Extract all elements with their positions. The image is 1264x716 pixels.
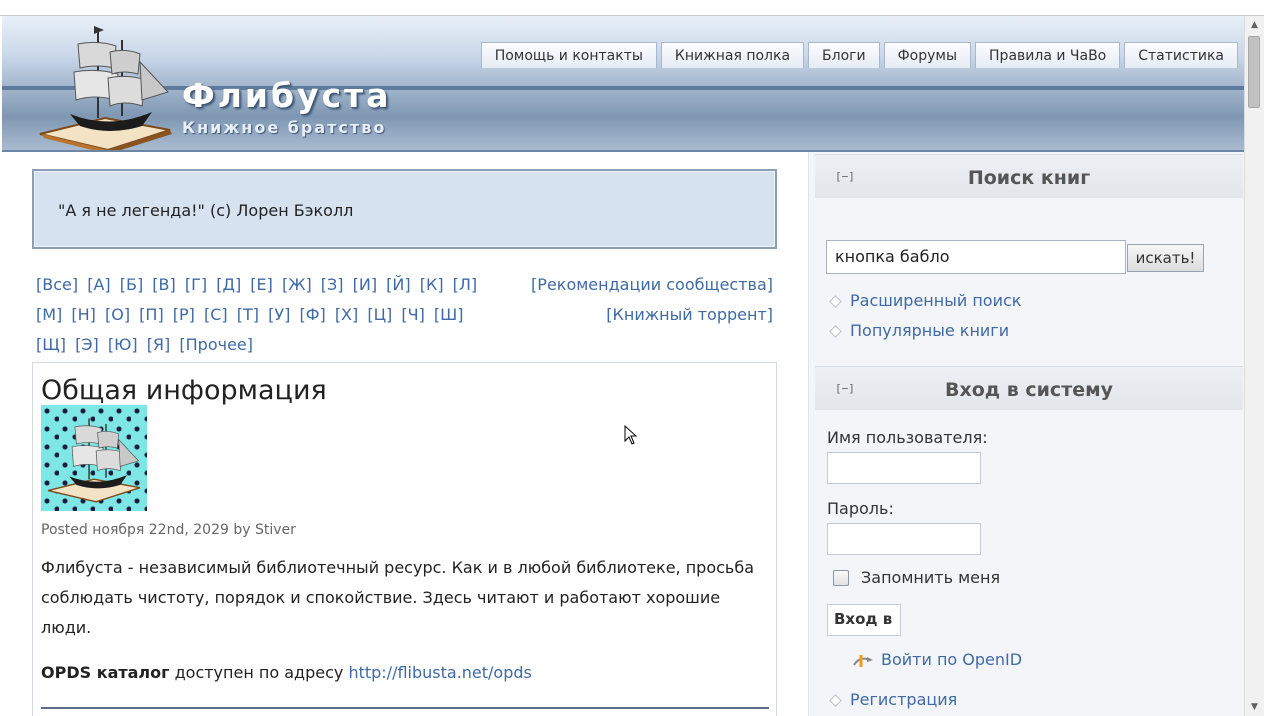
- alpha-link[interactable]: [К]: [420, 275, 444, 294]
- login-block-header: [−] Вход в систему: [815, 366, 1243, 410]
- alpha-link[interactable]: [Б]: [120, 275, 143, 294]
- alpha-link[interactable]: [Все]: [36, 275, 78, 294]
- password-label: Пароль:: [827, 499, 894, 518]
- alpha-link[interactable]: [Й]: [386, 275, 410, 294]
- alpha-link[interactable]: [Е]: [250, 275, 273, 294]
- username-field[interactable]: [827, 452, 981, 484]
- scroll-down-arrow-icon[interactable]: ▼: [1245, 698, 1264, 716]
- alpha-link[interactable]: [Ф]: [299, 305, 325, 324]
- scroll-up-arrow-icon[interactable]: ▲: [1245, 16, 1264, 34]
- bullet-icon: [829, 325, 842, 338]
- alpha-link[interactable]: [Ш]: [434, 305, 464, 324]
- posted-meta: Posted ноября 22nd, 2029 by Stiver: [41, 522, 296, 538]
- alpha-link[interactable]: [Ц]: [367, 305, 392, 324]
- content-box: Общая информация Posted ноября 22nd, 202…: [32, 362, 777, 716]
- content-title: Общая информация: [41, 375, 327, 406]
- opds-text: доступен по адресу: [169, 663, 349, 682]
- alpha-link[interactable]: [У]: [268, 305, 290, 324]
- alpha-link[interactable]: [П]: [139, 305, 164, 324]
- alpha-link[interactable]: [З]: [321, 275, 344, 294]
- quote-text: "А я не легенда!" (с) Лорен Бэколл: [58, 201, 354, 220]
- alpha-link[interactable]: [Р]: [173, 305, 195, 324]
- bullet-icon: [829, 694, 842, 707]
- alpha-link[interactable]: [Ч]: [401, 305, 424, 324]
- site-subtitle: Книжное братство: [182, 118, 387, 137]
- browser-top-strip: [0, 0, 1264, 16]
- opds-line: OPDS каталог доступен по адресу http://f…: [41, 663, 532, 682]
- alpha-link[interactable]: [Я]: [147, 335, 171, 354]
- remember-checkbox[interactable]: [833, 569, 849, 586]
- username-label: Имя пользователя:: [827, 428, 988, 447]
- search-block-header: [−] Поиск книг: [815, 154, 1243, 198]
- opds-link[interactable]: http://flibusta.net/opds: [348, 663, 531, 682]
- nav-tab-help[interactable]: Помощь и контакты: [480, 42, 657, 68]
- recommendations-link[interactable]: [Рекомендации сообщества]: [530, 270, 773, 300]
- search-block-title: Поиск книг: [967, 167, 1091, 189]
- torrent-link[interactable]: [Книжный торрент]: [530, 300, 773, 330]
- remember-me[interactable]: Запомнить меня: [833, 568, 1000, 587]
- search-button[interactable]: искать!: [1127, 244, 1204, 272]
- opds-label: OPDS каталог: [41, 663, 170, 682]
- alpha-link[interactable]: [Э]: [75, 335, 99, 354]
- top-nav: Помощь и контакты Книжная полка Блоги Фо…: [480, 42, 1238, 68]
- alpha-link[interactable]: [А]: [87, 275, 110, 294]
- ship-logo-icon[interactable]: [30, 22, 180, 152]
- nav-tab-forums[interactable]: Форумы: [883, 42, 972, 68]
- bullet-icon: [829, 295, 842, 308]
- ship-icon: [47, 418, 141, 503]
- register-label[interactable]: Регистрация: [850, 690, 957, 709]
- ship-thumbnail-image: [41, 405, 147, 511]
- scroll-thumb[interactable]: [1248, 36, 1260, 108]
- popular-books-link[interactable]: Популярные книги: [829, 321, 1009, 340]
- openid-icon: [853, 654, 873, 667]
- alphabet-nav: [Все] [А] [Б] [В] [Г] [Д] [Е] [Ж] [З] [И…: [36, 270, 516, 360]
- nav-tab-blogs[interactable]: Блоги: [808, 42, 880, 68]
- alpha-link[interactable]: [Х]: [335, 305, 358, 324]
- alpha-link[interactable]: [С]: [204, 305, 228, 324]
- nav-tab-rules[interactable]: Правила и ЧаВо: [975, 42, 1121, 68]
- alpha-link[interactable]: [М]: [36, 305, 62, 324]
- password-field[interactable]: [827, 523, 981, 555]
- login-block-title: Вход в систему: [944, 379, 1114, 401]
- openid-label[interactable]: Войти по OpenID: [881, 650, 1022, 669]
- nav-tab-bookshelf[interactable]: Книжная полка: [660, 42, 805, 68]
- advanced-search-link[interactable]: Расширенный поиск: [829, 291, 1021, 310]
- advanced-search-label[interactable]: Расширенный поиск: [850, 291, 1021, 310]
- alpha-link[interactable]: [О]: [105, 305, 130, 324]
- site-title[interactable]: Флибуста: [182, 76, 392, 115]
- site-header: Флибуста Книжное братство Помощь и конта…: [2, 16, 1244, 152]
- search-input[interactable]: кнопка бабло: [826, 240, 1126, 274]
- remember-label: Запомнить меня: [861, 568, 1001, 587]
- alpha-link[interactable]: [Ж]: [282, 275, 312, 294]
- alpha-link[interactable]: [Щ]: [36, 335, 66, 354]
- quote-box: "А я не легенда!" (с) Лорен Бэколл: [32, 169, 777, 249]
- alpha-link[interactable]: [В]: [152, 275, 175, 294]
- popular-books-label[interactable]: Популярные книги: [850, 321, 1009, 340]
- openid-link[interactable]: Войти по OpenID: [851, 650, 1022, 669]
- alpha-link[interactable]: [Прочее]: [179, 335, 253, 354]
- alpha-link[interactable]: [Ю]: [108, 335, 138, 354]
- alpha-link[interactable]: [Г]: [185, 275, 207, 294]
- nav-tab-statistics[interactable]: Статистика: [1124, 42, 1238, 68]
- divider: [41, 707, 769, 709]
- mouse-cursor-icon: [624, 425, 638, 445]
- vertical-scrollbar[interactable]: ▲ ▼: [1244, 16, 1264, 716]
- alpha-link[interactable]: [Д]: [216, 275, 241, 294]
- alpha-link[interactable]: [И]: [353, 275, 377, 294]
- alpha-link[interactable]: [Л]: [453, 275, 478, 294]
- login-button[interactable]: Вход в: [827, 604, 901, 636]
- register-link[interactable]: Регистрация: [829, 690, 957, 709]
- post-body: Флибуста - независимый библиотечный ресу…: [41, 558, 755, 637]
- alpha-link[interactable]: [Т]: [237, 305, 259, 324]
- alpha-link[interactable]: [Н]: [71, 305, 96, 324]
- right-sidebar: [−] Поиск книг кнопка бабло искать! Расш…: [808, 152, 1244, 716]
- extra-links: [Рекомендации сообщества] [Книжный торре…: [530, 270, 773, 330]
